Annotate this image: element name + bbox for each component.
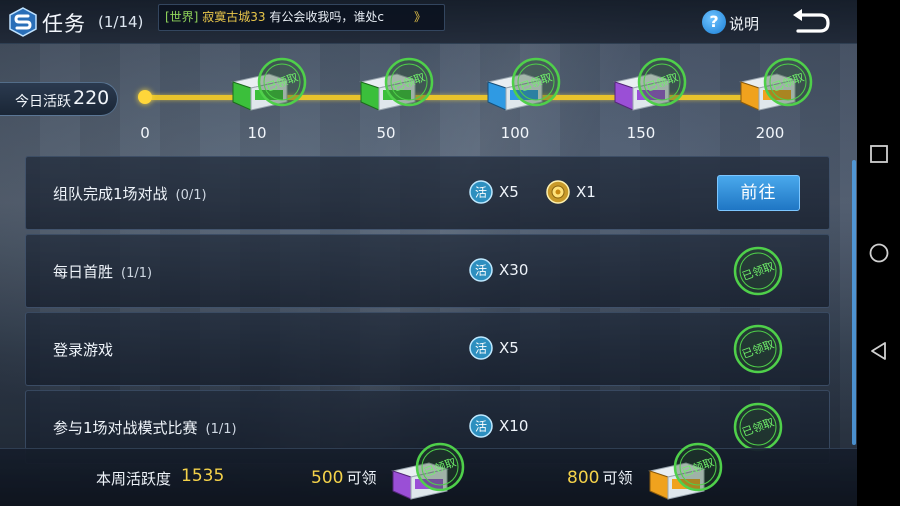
claimed-stamp-icon: 已领取 — [673, 442, 723, 492]
home-icon[interactable] — [868, 242, 890, 264]
huo-icon: 活 — [469, 414, 493, 438]
today-activity-value: 220 — [73, 87, 110, 109]
today-activity-badge: 今日活跃 220 — [0, 82, 118, 116]
task-row: 组队完成1场对战 (0/1) 活 X5 X1 前往 — [25, 156, 830, 230]
huo-icon: 活 — [469, 336, 493, 360]
task-name-text: 登录游戏 — [53, 341, 114, 359]
back-nav-icon[interactable] — [868, 340, 890, 362]
chat-sender: 寂寞古城33 — [202, 10, 266, 24]
claimed-stamp-icon: 已领取 — [415, 442, 465, 492]
sun-coin-icon — [546, 180, 570, 204]
task-name-text: 参与1场对战模式比赛 — [53, 419, 198, 437]
reward-count: X5 — [499, 339, 519, 357]
task-name: 登录游戏 — [53, 339, 121, 360]
page-title: 任务 — [42, 12, 86, 36]
chat-expand-icon[interactable]: 》 — [414, 5, 426, 30]
milestone-label: 50 — [376, 124, 396, 142]
chat-channel: [世界] — [165, 10, 199, 24]
help-label: 说明 — [729, 15, 760, 33]
chat-message: 有公会收我吗，谁处c — [269, 10, 384, 24]
reward-count: X30 — [499, 261, 529, 279]
header-bar: 任务 (1/14) [世界] 寂寞古城33 有公会收我吗，谁处c 》 ? 说明 — [0, 0, 857, 44]
task-progress: (0/1) — [175, 188, 207, 203]
weekly-tier-text: 可领 — [346, 469, 377, 487]
weekly-tier-number: 500 — [311, 468, 344, 488]
claimed-stamp-icon: 已领取 — [384, 57, 434, 107]
task-progress: (1/1) — [121, 266, 153, 281]
task-name: 参与1场对战模式比赛 (1/1) — [53, 417, 237, 438]
weekly-tier-label: 800 可领 — [567, 467, 632, 488]
task-name-text: 组队完成1场对战 — [53, 185, 168, 203]
huo-icon: 活 — [469, 180, 493, 204]
today-activity-label: 今日活跃 — [15, 94, 71, 110]
reward-count: X10 — [499, 417, 529, 435]
task-progress: (1/1) — [205, 422, 237, 437]
task-row: 登录游戏 活 X5 已领取 — [25, 312, 830, 386]
reward-icon-glyph: 活 — [475, 186, 487, 200]
progress-start-dot — [138, 90, 152, 104]
task-row: 每日首胜 (1/1) 活 X30 已领取 — [25, 234, 830, 308]
milestone-label: 10 — [247, 124, 267, 142]
reward-icon-glyph: 活 — [475, 420, 487, 434]
claimed-stamp-icon: 已领取 — [511, 57, 561, 107]
milestone-label: 100 — [500, 124, 530, 142]
weekly-activity-label: 本周活跃度 — [96, 470, 172, 488]
reward-icon-glyph: 活 — [475, 342, 487, 356]
milestone-label: 150 — [626, 124, 656, 142]
task-name: 组队完成1场对战 (0/1) — [53, 183, 207, 204]
go-button[interactable]: 前往 — [717, 175, 800, 211]
weekly-activity-value: 1535 — [181, 466, 225, 486]
reward-count: X1 — [576, 183, 596, 201]
task-list-scrollbar[interactable] — [852, 160, 856, 445]
task-name: 每日首胜 (1/1) — [53, 261, 152, 282]
reward-count: X5 — [499, 183, 519, 201]
reward-icon-glyph: 活 — [475, 264, 487, 278]
recents-icon[interactable] — [868, 143, 890, 165]
milestone-label: 200 — [755, 124, 785, 142]
weekly-activity-bar: 本周活跃度 1535 500 可领 已领取 800 可领 已领取 — [0, 442, 857, 506]
weekly-tier-label: 500 可领 — [311, 467, 376, 488]
tasks-logo-icon — [9, 7, 37, 37]
claimed-stamp-icon: 已领取 — [257, 57, 307, 107]
claimed-stamp-icon: 已领取 — [763, 57, 813, 107]
game-screen: 任务 (1/14) [世界] 寂寞古城33 有公会收我吗，谁处c 》 ? 说明 … — [0, 0, 857, 506]
claimed-stamp-icon: 已领取 — [733, 246, 783, 296]
claimed-stamp-icon: 已领取 — [637, 57, 687, 107]
back-icon[interactable] — [790, 7, 832, 37]
task-name-text: 每日首胜 — [53, 263, 114, 281]
help-icon: ? — [702, 10, 726, 34]
world-chat-ticker[interactable]: [世界] 寂寞古城33 有公会收我吗，谁处c 》 — [158, 4, 445, 31]
android-nav-bar — [857, 0, 900, 506]
huo-icon: 活 — [469, 258, 493, 282]
claimed-stamp-icon: 已领取 — [733, 402, 783, 452]
weekly-tier-number: 800 — [567, 468, 600, 488]
claimed-stamp-icon: 已领取 — [733, 324, 783, 374]
milestone-label: 0 — [140, 124, 150, 142]
task-count: (1/14) — [98, 13, 144, 31]
weekly-tier-text: 可领 — [602, 469, 633, 487]
